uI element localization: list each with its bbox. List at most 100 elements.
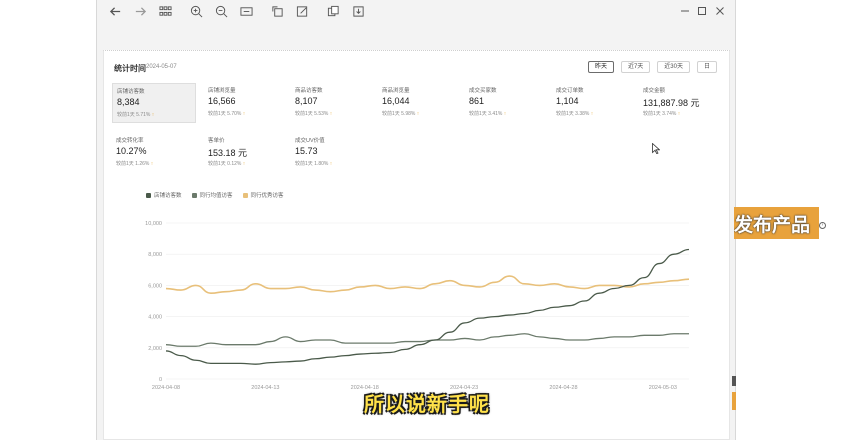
- metric-value: 15.73: [295, 146, 318, 156]
- publish-product-tag: 发布产品: [734, 207, 819, 239]
- close-icon[interactable]: [711, 2, 729, 20]
- metric-card[interactable]: 商品浏览量 16,044 较前1天 5.98% ↑: [378, 83, 462, 123]
- legend-swatch: [242, 192, 248, 198]
- legend-label: 同行优秀访客: [250, 193, 284, 199]
- edge-marker: [732, 376, 736, 386]
- trend-up-icon: ↑: [150, 112, 155, 118]
- series-line-2: [165, 275, 690, 295]
- zoom-in-icon[interactable]: [186, 1, 206, 21]
- metric-label: 成交买家数: [469, 88, 497, 94]
- y-tick-label: 10,000: [145, 221, 162, 227]
- metric-compare-text: 较前1天 1.80%: [295, 161, 329, 167]
- metric-card[interactable]: 客单价 153.18 元较前1天 0.12% ↑: [204, 133, 288, 173]
- y-tick-label: 8,000: [148, 252, 162, 258]
- fit-page-icon[interactable]: [236, 1, 256, 21]
- legend-label: 店铺访客数: [154, 193, 182, 199]
- metric-compare: 较前1天 0.12% ↑: [208, 160, 245, 167]
- metric-compare: 较前1天 5.53% ↑: [295, 110, 332, 117]
- edit-icon[interactable]: [292, 1, 312, 21]
- trend-up-icon: ↑: [589, 111, 594, 117]
- metric-compare-text: 较前1天 5.98%: [382, 111, 416, 117]
- metric-card[interactable]: 成交订单数 1,104 较前1天 3.38% ↑: [552, 83, 636, 123]
- metric-label: 成交UV价值: [295, 138, 325, 144]
- metric-value: 861: [469, 96, 485, 106]
- expand-icon[interactable]: ›: [819, 222, 826, 229]
- metric-label: 店铺浏览量: [208, 88, 236, 94]
- grid-icon[interactable]: [155, 1, 175, 21]
- range-7days-button[interactable]: 近7天: [620, 61, 651, 73]
- metric-compare: 较前1天 3.38% ↑: [556, 110, 593, 117]
- legend-label: 同行均值访客: [199, 193, 233, 199]
- copy-icon[interactable]: [323, 1, 343, 21]
- rotate-icon[interactable]: [267, 1, 287, 21]
- metric-label: 客单价: [208, 138, 225, 144]
- forward-icon[interactable]: [130, 1, 150, 21]
- save-icon[interactable]: [348, 1, 368, 21]
- metric-compare: 较前1天 3.74% ↑: [643, 110, 680, 117]
- minimize-icon[interactable]: [676, 2, 694, 20]
- trend-up-icon: ↑: [676, 111, 681, 117]
- metric-card[interactable]: 商品访客数 8,107 较前1天 5.53% ↑: [291, 83, 375, 123]
- range-yesterday-button[interactable]: 昨天: [587, 61, 614, 73]
- metric-compare-text: 较前1天 3.41%: [469, 111, 503, 117]
- metric-compare: 较前1天 1.80% ↑: [295, 160, 332, 167]
- metric-compare: 较前1天 5.70% ↑: [208, 110, 245, 117]
- metric-compare-text: 较前1天 3.74%: [643, 111, 677, 117]
- metric-card[interactable]: 成交买家数 861 较前1天 3.41% ↑: [465, 83, 549, 123]
- metric-compare-text: 较前1天 5.70%: [208, 111, 242, 117]
- metric-label: 成交订单数: [556, 88, 584, 94]
- metric-value: 131,887.98 元: [643, 98, 700, 108]
- metric-card[interactable]: 成交UV价值 15.73 较前1天 1.80% ↑: [291, 133, 375, 173]
- trend-up-icon: ↑: [502, 111, 507, 117]
- trend-up-icon: ↑: [415, 111, 420, 117]
- publish-product-label: 发布产品: [734, 214, 811, 236]
- metric-card[interactable]: 成交金额 131,887.98 元较前1天 3.74% ↑: [639, 83, 723, 123]
- metric-value: 153.18 元: [208, 148, 248, 158]
- metric-compare-text: 较前1天 5.53%: [295, 111, 329, 117]
- zoom-out-icon[interactable]: [211, 1, 231, 21]
- chart-legend: 店铺访客数 同行均值访客 同行优秀访客: [146, 191, 284, 199]
- y-tick-label: 4,000: [148, 315, 162, 321]
- metric-compare: 较前1天 5.98% ↑: [382, 110, 419, 117]
- metric-compare-text: 较前1天 0.12%: [208, 161, 242, 167]
- metric-compare: 较前1天 3.41% ↑: [469, 110, 506, 117]
- maximize-icon[interactable]: [693, 2, 711, 20]
- metric-compare-text: 较前1天 5.71%: [117, 112, 151, 118]
- y-tick-label: 2,000: [148, 346, 162, 352]
- metric-value: 8,384: [117, 97, 140, 107]
- series-line-1: [165, 333, 689, 347]
- viewer-toolbar: [97, 0, 735, 22]
- range-selector: 昨天 近7天 近30天 日: [587, 61, 717, 73]
- range-day-button[interactable]: 日: [696, 61, 717, 73]
- metric-card[interactable]: 店铺浏览量 16,566 较前1天 5.70% ↑: [204, 83, 288, 123]
- range-30days-button[interactable]: 近30天: [657, 61, 690, 73]
- metric-compare: 较前1天 1.26% ↑: [116, 160, 153, 167]
- y-tick-label: 6,000: [148, 283, 162, 289]
- arrow-cursor-icon: [652, 143, 660, 154]
- metric-label: 商品访客数: [295, 88, 323, 94]
- legend-swatch: [146, 192, 151, 198]
- metric-value: 8,107: [295, 96, 318, 106]
- metric-compare-text: 较前1天 3.38%: [556, 111, 590, 117]
- video-subtitle: 所以说新手呢: [364, 392, 490, 416]
- metric-compare-text: 较前1天 1.26%: [116, 161, 150, 167]
- legend-item[interactable]: 同行均值访客: [191, 191, 233, 199]
- metric-label: 店铺访客数: [117, 89, 145, 95]
- back-icon[interactable]: [105, 1, 125, 21]
- legend-swatch: [191, 192, 197, 198]
- legend-item[interactable]: 店铺访客数: [146, 191, 182, 199]
- metric-card[interactable]: 成交转化率 10.27% 较前1天 1.26% ↑: [112, 133, 196, 173]
- series-line-0: [165, 248, 690, 365]
- metric-value: 16,044: [382, 96, 410, 106]
- y-tick-label: 0: [159, 377, 162, 383]
- legend-item[interactable]: 同行优秀访客: [242, 191, 284, 199]
- report-page: 统计时间 2024-05-07 昨天 近7天 近30天 日 店铺访客数 8,384…: [103, 50, 730, 440]
- trend-up-icon: ↑: [328, 161, 333, 167]
- viewer-window: 统计时间 2024-05-07 昨天 近7天 近30天 日 店铺访客数 8,384…: [96, 0, 736, 440]
- metric-value: 10.27%: [116, 146, 147, 156]
- screen: 统计时间 2024-05-07 昨天 近7天 近30天 日 店铺访客数 8,384…: [0, 0, 854, 440]
- metric-label: 商品浏览量: [382, 88, 410, 94]
- metric-compare: 较前1天 5.71% ↑: [117, 111, 154, 118]
- stats-period-label: 统计时间: [114, 64, 146, 73]
- metric-card[interactable]: 店铺访客数 8,384 较前1天 5.71% ↑: [112, 83, 196, 123]
